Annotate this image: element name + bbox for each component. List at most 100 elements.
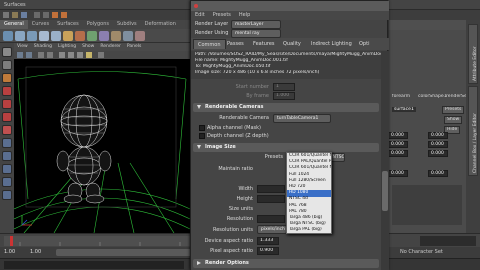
presets-label: Presets: [264, 154, 283, 160]
shelf-texture-icon[interactable]: [111, 31, 121, 41]
lights-icon: [86, 52, 92, 58]
image-size-section[interactable]: Image Size: [193, 143, 379, 152]
rotate-tool-icon[interactable]: [2, 99, 12, 109]
channel-value[interactable]: 0.000: [388, 150, 408, 157]
channel-value[interactable]: 0.000: [388, 141, 408, 148]
shelf-tab-subdivs[interactable]: Subdivs: [113, 20, 141, 29]
vp-menu-renderer[interactable]: Renderer: [97, 43, 124, 51]
perspective-viewport[interactable]: View Shading Lighting Show Renderer Panels: [14, 43, 190, 233]
shelf-plane-icon[interactable]: [51, 31, 61, 41]
outliner-layout-icon[interactable]: [2, 177, 12, 187]
channel-header-item-2[interactable]: colorShape1: [418, 94, 447, 99]
window-close-icon[interactable]: [194, 4, 198, 8]
resolution-field[interactable]: [257, 215, 285, 223]
paint-tool-icon[interactable]: [2, 73, 12, 83]
renderable-cameras-section[interactable]: Renderable Cameras: [193, 103, 379, 112]
rs-menu-presets[interactable]: Presets: [209, 11, 235, 20]
render-using-dropdown[interactable]: mental ray: [231, 29, 281, 38]
channel-value[interactable]: 0.000: [428, 170, 448, 177]
scale-tool-icon[interactable]: [2, 112, 12, 122]
viewport-menubar: View Shading Lighting Show Renderer Panels: [14, 43, 190, 51]
channel-box-tab[interactable]: Channel Box / Layer Editor: [468, 86, 478, 176]
renderable-camera-dropdown[interactable]: turnTableCamera1: [273, 114, 331, 123]
single-view-icon[interactable]: [2, 138, 12, 148]
alpha-channel-checkbox[interactable]: [199, 125, 205, 131]
vp-menu-lighting[interactable]: Lighting: [55, 43, 79, 51]
shelf-light-icon[interactable]: [63, 31, 73, 41]
range-end-field[interactable]: 1.00: [30, 248, 41, 257]
height-field[interactable]: [257, 195, 285, 203]
layer-editor[interactable]: [392, 185, 462, 225]
layout-icon[interactable]: [2, 164, 12, 174]
select-tool-icon[interactable]: [2, 47, 12, 57]
render-layer-label: Render Layer: [195, 21, 229, 27]
lasso-tool-icon[interactable]: [2, 60, 12, 70]
render-settings-titlebar[interactable]: [191, 1, 389, 11]
tab-features[interactable]: Features: [249, 39, 279, 49]
shelf-curve-icon[interactable]: [87, 31, 97, 41]
snap-icon: [43, 12, 49, 18]
shelf-tab-deformation[interactable]: Deformation: [141, 20, 180, 29]
width-field[interactable]: [257, 185, 285, 193]
shelf-tab-curves[interactable]: Curves: [28, 20, 53, 29]
shelf-cube-icon[interactable]: [15, 31, 25, 41]
resolution-label: Resolution: [226, 216, 253, 222]
preset-option[interactable]: Targa PAL (big): [287, 227, 331, 233]
render-layer-dropdown[interactable]: masterLayer: [231, 20, 281, 29]
render-settings-scrollbar[interactable]: [381, 51, 389, 270]
rs-menu-help[interactable]: Help: [235, 11, 254, 20]
attribute-editor-tab[interactable]: Attribute Editor: [468, 24, 478, 84]
start-number-field[interactable]: 1: [273, 83, 295, 91]
vp-menu-show[interactable]: Show: [79, 43, 97, 51]
presets-button[interactable]: Presets: [442, 106, 465, 114]
manipulator-icon[interactable]: [2, 125, 12, 135]
tab-passes[interactable]: Passes: [223, 39, 248, 49]
shelf-tab-surfaces[interactable]: Surfaces: [53, 20, 83, 29]
shelf-sphere-icon[interactable]: [3, 31, 13, 41]
menu-surfaces[interactable]: Surfaces: [0, 0, 30, 10]
depth-channel-checkbox[interactable]: [199, 133, 205, 139]
character-set-menu[interactable]: No Character Set: [400, 248, 443, 257]
shelf-tab-polygons[interactable]: Polygons: [83, 20, 113, 29]
channel-value[interactable]: 0.000: [428, 150, 448, 157]
render-options-section[interactable]: Render Options: [193, 259, 379, 268]
render-settings-menubar: Edit Presets Help: [191, 11, 389, 20]
channel-header-item-1[interactable]: forearm: [392, 94, 410, 99]
shelf-cone-icon[interactable]: [39, 31, 49, 41]
graph-layout-icon[interactable]: [2, 190, 12, 200]
range-start-field[interactable]: 1.00: [4, 248, 15, 257]
channel-value[interactable]: 0.000: [388, 132, 408, 139]
tab-options[interactable]: Opti: [355, 39, 373, 49]
shelf-deform-icon[interactable]: [99, 31, 109, 41]
renderable-camera-label: Renderable Camera: [219, 115, 269, 121]
tab-indirect-lighting[interactable]: Indirect Lighting: [307, 39, 356, 49]
command-input[interactable]: [4, 261, 184, 269]
vp-menu-panels[interactable]: Panels: [124, 43, 144, 51]
pixel-aspect-field[interactable]: 0.900: [257, 247, 279, 255]
vp-menu-shading[interactable]: Shading: [31, 43, 55, 51]
resolution-units-dropdown[interactable]: pixels/inch: [257, 225, 287, 234]
show-button[interactable]: Show: [444, 116, 463, 124]
wireframe-icon: [59, 52, 65, 58]
four-view-icon[interactable]: [2, 151, 12, 161]
tab-common[interactable]: Common: [193, 39, 226, 49]
move-tool-icon[interactable]: [2, 86, 12, 96]
side-tabs: Attribute Editor Channel Box / Layer Edi…: [466, 20, 480, 233]
shelf-camera-icon[interactable]: [75, 31, 85, 41]
select-mode-icon: [34, 12, 40, 18]
device-aspect-field[interactable]: 1.333: [257, 237, 279, 245]
shelf-group-icon[interactable]: [123, 31, 133, 41]
shelf-tab-general[interactable]: General: [0, 20, 28, 29]
channel-value[interactable]: 0.000: [428, 141, 448, 148]
vp-menu-view[interactable]: View: [14, 43, 31, 51]
by-frame-field[interactable]: 1.000: [273, 92, 295, 100]
channel-value[interactable]: 0.000: [388, 170, 408, 177]
shelf-cylinder-icon[interactable]: [27, 31, 37, 41]
object-name-field[interactable]: surface1: [392, 107, 416, 112]
tab-quality[interactable]: Quality: [279, 39, 305, 49]
scrollbar-thumb[interactable]: [382, 171, 388, 211]
camera-icon: [17, 52, 23, 58]
channel-value[interactable]: 0.000: [428, 132, 448, 139]
rs-menu-edit[interactable]: Edit: [191, 11, 209, 20]
shelf-history-icon[interactable]: [135, 31, 145, 41]
